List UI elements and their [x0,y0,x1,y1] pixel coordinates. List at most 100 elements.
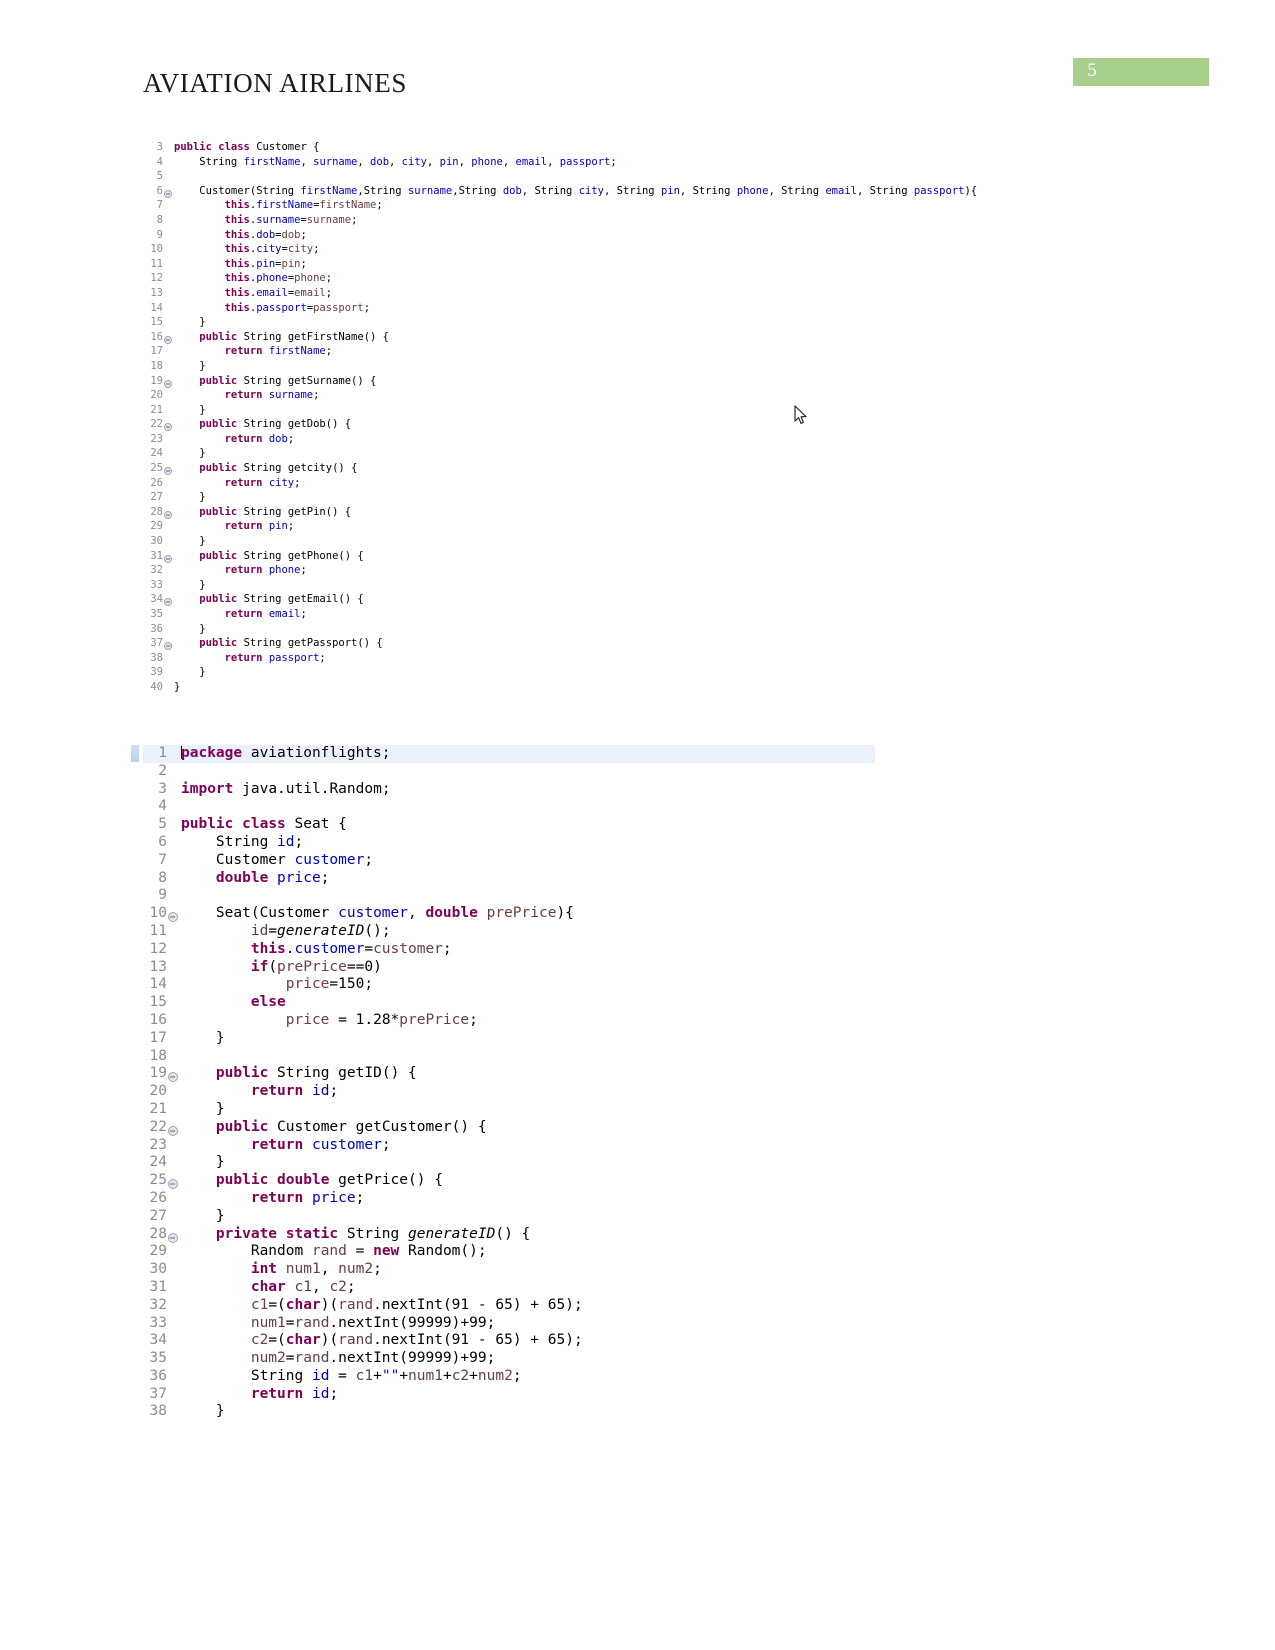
code-line[interactable]: 34 c2=(char)(rand.nextInt(91 - 65) + 65)… [143,1332,875,1350]
code-line[interactable]: 1 package aviationflights; [131,745,875,763]
code-line[interactable]: 3 public class Customer { [143,140,977,155]
code-line[interactable]: 14 this.passport=passport; [143,301,977,316]
code-line[interactable]: 3 import java.util.Random; [143,781,875,799]
line-number: 18 [150,359,163,372]
code-line[interactable]: 21 } [143,1101,875,1119]
code-line[interactable]: 23 return customer; [143,1137,875,1155]
code-text: return email; [224,608,307,620]
code-line[interactable]: 37 public String getPassport() { [143,636,977,651]
code-line[interactable]: 31 char c1, c2; [143,1279,875,1297]
code-line[interactable]: 26 return city; [143,476,977,491]
code-text: price=150; [285,976,374,993]
code-line[interactable]: 11 this.pin=pin; [143,257,977,272]
code-line[interactable]: 9 [143,887,875,905]
code-line[interactable]: 4 [143,798,875,816]
code-line[interactable]: 7 this.firstName=firstName; [143,198,977,213]
code-line[interactable]: 20 return surname; [143,388,977,403]
code-line[interactable]: 39 } [143,665,977,680]
code-line[interactable]: 30 int num1, num2; [143,1261,875,1279]
code-line[interactable]: 37 return id; [143,1386,875,1404]
code-line[interactable]: 24 } [143,1154,875,1172]
code-text: Customer(String firstName,String surname… [199,184,978,197]
code-line[interactable]: 25 public String getcity() { [143,461,977,476]
code-line[interactable]: 22 public String getDob() { [143,417,977,432]
line-number: 16 [149,1011,167,1028]
code-line[interactable]: 26 return price; [143,1190,875,1208]
code-line[interactable]: 18 } [143,359,977,374]
code-line[interactable]: 10 Seat(Customer customer, double prePri… [143,905,875,923]
code-line[interactable]: 28 public String getPin() { [143,505,977,520]
code-line[interactable]: 27 } [143,490,977,505]
code-line[interactable]: 32 c1=(char)(rand.nextInt(91 - 65) + 65)… [143,1297,875,1315]
code-line[interactable]: 9 this.dob=dob; [143,228,977,243]
code-line[interactable]: 31 public String getPhone() { [143,549,977,564]
code-line[interactable]: 13 if(prePrice==0) [143,959,875,977]
code-line[interactable]: 35 num2=rand.nextInt(99999)+99; [143,1350,875,1368]
code-line[interactable]: 29 Random rand = new Random(); [143,1243,875,1261]
code-line[interactable]: 13 this.email=email; [143,286,977,301]
code-text: return price; [250,1189,365,1206]
code-text: return surname; [224,389,320,402]
code-line[interactable]: 33 } [143,578,977,593]
code-text: public double getPrice() { [215,1172,443,1189]
code-text: String id; [215,833,304,850]
code-line[interactable]: 38 } [143,1403,875,1421]
line-number: 29 [150,520,163,533]
code-line[interactable]: 5 public class Seat { [143,816,875,834]
code-line[interactable]: 36 String id = c1+""+num1+c2+num2; [143,1368,875,1386]
code-line[interactable]: 27 } [143,1208,875,1226]
code-line[interactable]: 16 public String getFirstName() { [143,330,977,345]
code-line[interactable]: 5 [143,169,977,184]
code-line[interactable]: 22 public Customer getCustomer() { [143,1119,875,1137]
code-line[interactable]: 28 private static String generateID() { [143,1226,875,1244]
code-line[interactable]: 8 double price; [143,870,875,888]
code-line[interactable]: 17 } [143,1030,875,1048]
code-text: return pin; [224,520,295,533]
line-number: 13 [150,286,163,299]
code-line[interactable]: 33 num1=rand.nextInt(99999)+99; [143,1315,875,1333]
code-line[interactable]: 17 return firstName; [143,344,977,359]
code-line[interactable]: 12 this.phone=phone; [143,271,977,286]
code-line[interactable]: 10 this.city=city; [143,242,977,257]
code-line[interactable]: 11 id=generateID(); [143,923,875,941]
code-line[interactable]: 32 return phone; [143,563,977,578]
code-line[interactable]: 7 Customer customer; [143,852,875,870]
code-line[interactable]: 18 [143,1048,875,1066]
code-line[interactable]: 20 return id; [143,1083,875,1101]
line-number: 33 [149,1314,167,1331]
code-line[interactable]: 15 else [143,994,875,1012]
code-text: } [199,535,206,548]
code-line[interactable]: 24 } [143,446,977,461]
code-line[interactable]: 4 String firstName, surname, dob, city, … [143,155,977,170]
code-line[interactable]: 19 public String getID() { [143,1065,875,1083]
code-line[interactable]: 2 [143,763,875,781]
line-number: 24 [149,1154,167,1171]
code-line[interactable]: 6 String id; [143,834,875,852]
code-line[interactable]: 29 return pin; [143,519,977,534]
code-line[interactable]: 15 } [143,315,977,330]
code-line[interactable]: 16 price = 1.28*prePrice; [143,1012,875,1030]
code-line[interactable]: 35 return email; [143,607,977,622]
code-text: public String getcity() { [199,462,358,475]
code-line[interactable]: 14 price=150; [143,976,875,994]
code-line[interactable]: 25 public double getPrice() { [143,1172,875,1190]
code-line[interactable]: 34 public String getEmail() { [143,592,977,607]
code-line[interactable]: 40} [143,680,977,695]
line-number: 30 [150,535,163,548]
code-line[interactable]: 30 } [143,534,977,549]
code-line[interactable]: 12 this.customer=customer; [143,941,875,959]
code-line[interactable]: 8 this.surname=surname; [143,213,977,228]
code-line[interactable]: 21 } [143,403,977,418]
code-line[interactable]: 23 return dob; [143,432,977,447]
line-number: 22 [149,1118,167,1135]
code-line[interactable]: 6 Customer(String firstName,String surna… [143,184,977,199]
code-text: c1=(char)(rand.nextInt(91 - 65) + 65); [250,1296,583,1313]
line-number: 26 [149,1189,167,1206]
code-line[interactable]: 36 } [143,622,977,637]
code-text: } [215,1100,225,1117]
line-number: 15 [149,994,167,1011]
code-line[interactable]: 19 public String getSurname() { [143,374,977,389]
line-number: 23 [149,1136,167,1153]
code-line[interactable]: 38 return passport; [143,651,977,666]
